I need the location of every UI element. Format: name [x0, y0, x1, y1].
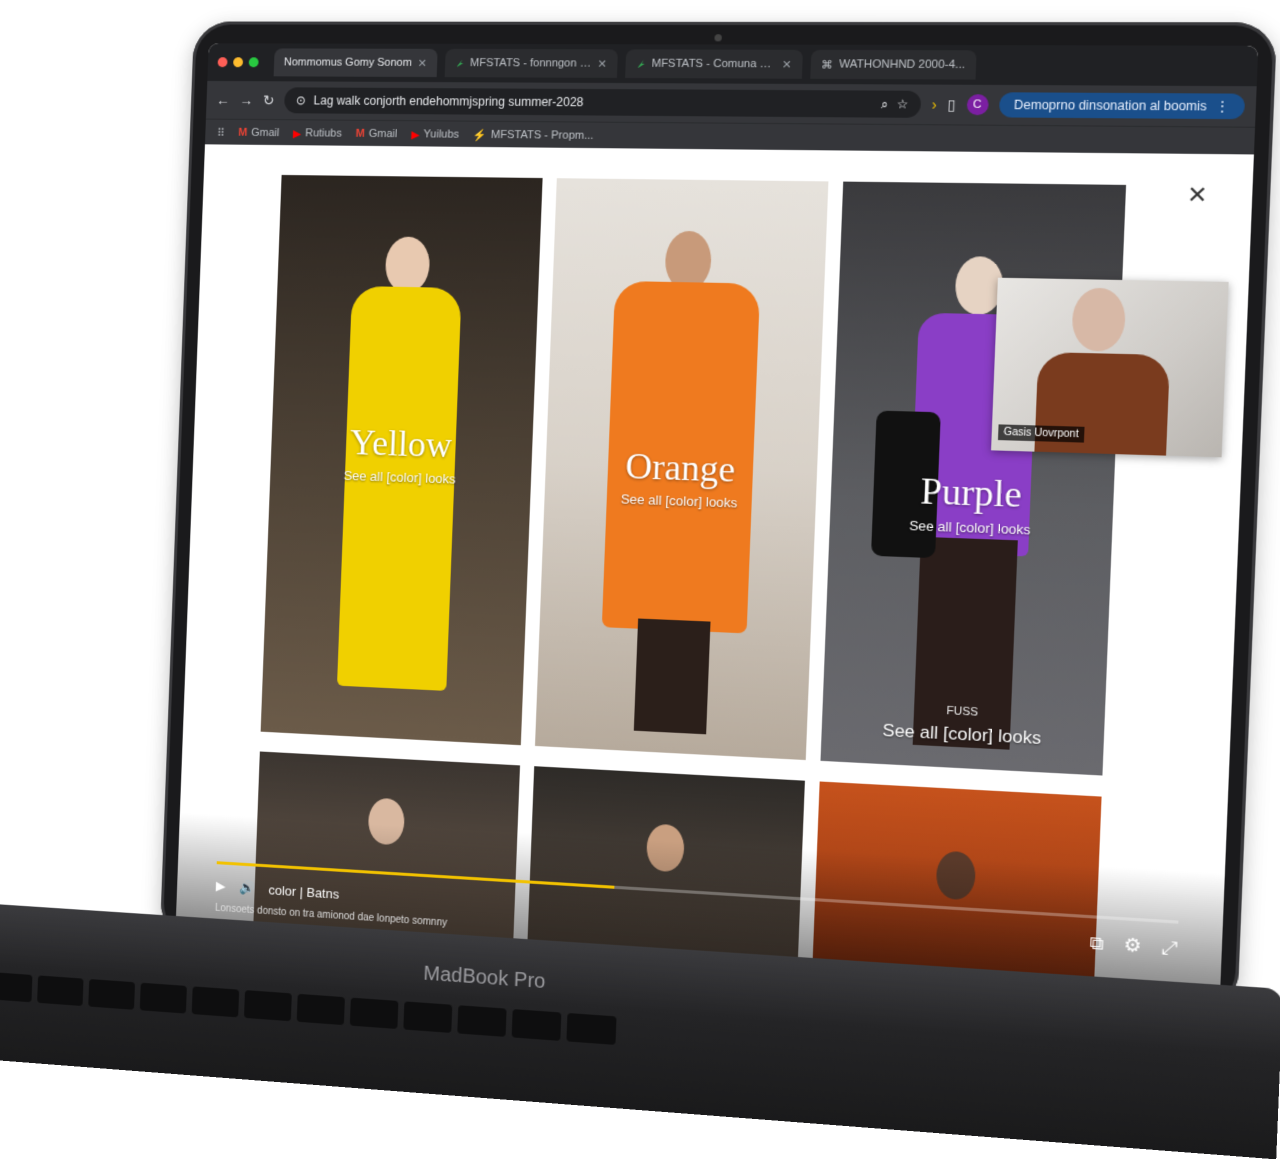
youtube-icon: ▶: [292, 127, 302, 140]
address-bar[interactable]: ⊙ Lag walk conjorth endehommjspring summ…: [283, 87, 922, 118]
bookmark-gmail[interactable]: M Gmail: [238, 127, 279, 139]
close-icon[interactable]: ✕: [1187, 181, 1209, 209]
profile-avatar[interactable]: C: [966, 94, 989, 116]
fullscreen-icon[interactable]: ⤢: [1161, 936, 1178, 959]
mfstats-favicon-icon: [637, 59, 645, 68]
bookmark-label: Yuilubs: [423, 128, 460, 141]
assistant-pill-button[interactable]: Demoprno dinsonation al boomis ⋮: [998, 92, 1246, 120]
more-vert-icon[interactable]: ⋮: [1215, 99, 1229, 114]
forward-icon[interactable]: →: [239, 92, 253, 108]
pill-label: Demoprno dinsonation al boomis: [1013, 97, 1208, 114]
camera-dot: [714, 34, 722, 42]
gmail-icon: M: [355, 127, 365, 140]
settings-gear-icon[interactable]: ⚙: [1123, 934, 1142, 957]
keyboard-key: [296, 993, 345, 1026]
keyboard-key: [191, 986, 240, 1018]
laptop-bezel: Nommomus Gomy Sonom ✕ MFSTATS - fonnngon…: [159, 21, 1278, 1013]
zoom-window-button[interactable]: [248, 57, 259, 68]
bookmark-label: Gmail: [251, 126, 280, 140]
model-head: [384, 236, 431, 294]
keyboard-key: [139, 982, 187, 1014]
close-window-button[interactable]: [217, 57, 228, 68]
captions-icon[interactable]: ⧉: [1089, 932, 1104, 955]
card-purple[interactable]: Purple See all [color] looks FUSS See al…: [820, 181, 1127, 776]
pip-name-label: Gasis Uovrpont: [997, 424, 1085, 443]
card-title: Yellow: [349, 422, 453, 466]
keyboard-key: [88, 979, 136, 1010]
video-right-controls: ⧉ ⚙ ⤢: [1089, 932, 1177, 960]
keyboard-key: [566, 1012, 617, 1045]
bookmark-label: MFSTATS - Propm...: [490, 128, 594, 142]
sidebar-icon[interactable]: ▯: [947, 96, 956, 114]
url-text: Lag walk conjorth endehommjspring summer…: [313, 93, 584, 110]
minimize-window-button[interactable]: [233, 57, 244, 68]
tab-close-icon[interactable]: ✕: [418, 56, 428, 69]
keyboard-key: [243, 990, 292, 1022]
video-left-controls: ▶ 🔊 color | Batns: [216, 878, 340, 902]
yellow-suit: [336, 285, 462, 691]
tab-favicon-icon: ⌘: [820, 58, 834, 72]
back-icon[interactable]: ←: [216, 92, 230, 108]
keyboard-key: [0, 971, 33, 1003]
bookmark-label: Gmail: [368, 127, 398, 141]
card-yellow[interactable]: Yellow See all [color] looks: [260, 174, 543, 746]
video-label: color | Batns: [268, 881, 340, 902]
keyboard-key: [457, 1005, 507, 1037]
keyboard-key: [37, 975, 84, 1007]
tab-bar: Nommomus Gomy Sonom ✕ MFSTATS - fonnngon…: [207, 43, 1259, 87]
search-icon[interactable]: ⌕: [881, 96, 889, 112]
card-title: Orange: [624, 445, 736, 490]
tab-close-icon[interactable]: ✕: [782, 58, 792, 71]
color-card-grid: Yellow See all [color] looks Orange See …: [260, 174, 1127, 776]
page-content: Yellow See all [color] looks Orange See …: [175, 144, 1254, 991]
volume-icon[interactable]: 🔊: [239, 879, 255, 896]
play-icon[interactable]: ▶: [216, 878, 226, 894]
presenter-head: [1071, 287, 1127, 352]
card-orange[interactable]: Orange See all [color] looks: [534, 178, 829, 761]
tab-close-icon[interactable]: ✕: [597, 57, 607, 70]
mfstats-favicon-icon: ⚡: [472, 129, 488, 142]
tab-title: Nommomus Gomy Sonom: [283, 56, 413, 69]
keyboard-key: [511, 1009, 562, 1041]
bookmark-youtube[interactable]: ▶ Rutiubs: [293, 127, 342, 140]
keyboard-key: [349, 997, 399, 1030]
site-info-icon[interactable]: ⊙: [296, 93, 306, 107]
pip-video[interactable]: Gasis Uovrpont: [991, 277, 1229, 458]
keyboard-key: [403, 1001, 453, 1033]
extension-icon[interactable]: ›: [931, 96, 937, 113]
window-controls: [217, 57, 259, 68]
screen: Nommomus Gomy Sonom ✕ MFSTATS - fonnngon…: [175, 43, 1259, 991]
laptop-brand: MadBook Pro: [423, 962, 546, 994]
gmail-icon: M: [238, 126, 248, 139]
reload-icon[interactable]: ↻: [263, 92, 275, 109]
tab-1[interactable]: Nommomus Gomy Sonom ✕: [273, 48, 438, 78]
tab-title: MFSTATS - fonnngon - Wid: [469, 57, 592, 70]
apps-grid-icon[interactable]: ⠿: [217, 126, 225, 139]
bookmark-star-icon[interactable]: ☆: [896, 97, 908, 112]
youtube-icon: ▶: [410, 128, 420, 141]
tab-3[interactable]: MFSTATS - Comuna Xom ✕: [624, 49, 803, 79]
tab-2[interactable]: MFSTATS - fonnngon - Wid ✕: [444, 48, 618, 78]
tab-title: WATHONHND 2000-4...: [838, 58, 966, 72]
laptop: Nommomus Gomy Sonom ✕ MFSTATS - fonnngon…: [0, 21, 1280, 1159]
bookmark-youtube-2[interactable]: ▶ Yuilubs: [411, 128, 459, 142]
tab-title: MFSTATS - Comuna Xom: [651, 57, 776, 71]
bookmark-gmail-2[interactable]: M Gmail: [355, 128, 397, 140]
mfstats-favicon-icon: [456, 59, 464, 67]
tab-4[interactable]: ⌘ WATHONHND 2000-4...: [810, 49, 977, 80]
bookmark-label: Rutiubs: [304, 127, 343, 140]
dark-trousers: [633, 618, 711, 735]
bookmark-mfstats[interactable]: ⚡ MFSTATS - Propm...: [473, 128, 594, 142]
